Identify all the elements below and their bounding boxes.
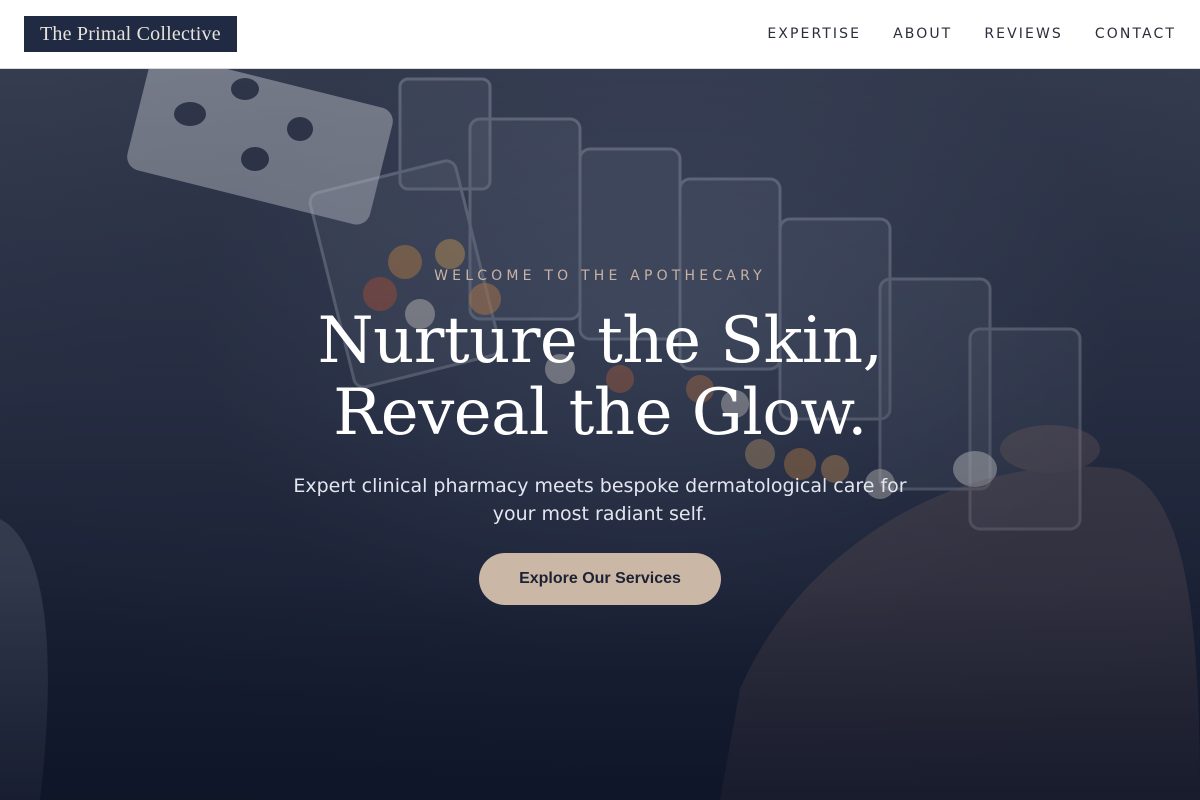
nav-link-reviews[interactable]: REVIEWS: [984, 26, 1063, 42]
explore-services-button[interactable]: Explore Our Services: [479, 553, 721, 605]
hero-headline-line2: Reveal the Glow.: [333, 376, 867, 450]
brand-logo[interactable]: The Primal Collective: [24, 16, 237, 52]
main-nav: EXPERTISE ABOUT REVIEWS CONTACT: [767, 26, 1176, 42]
hero-headline-line1: Nurture the Skin,: [317, 304, 883, 378]
hero-eyebrow: WELCOME TO THE APOTHECARY: [434, 268, 766, 284]
hero-section: WELCOME TO THE APOTHECARY Nurture the Sk…: [0, 69, 1200, 800]
hero-content: WELCOME TO THE APOTHECARY Nurture the Sk…: [0, 69, 1200, 800]
hero-headline: Nurture the Skin, Reveal the Glow.: [0, 305, 1200, 449]
nav-link-about[interactable]: ABOUT: [893, 26, 952, 42]
nav-link-contact[interactable]: CONTACT: [1095, 26, 1176, 42]
top-navigation-bar: The Primal Collective EXPERTISE ABOUT RE…: [0, 0, 1200, 69]
hero-subtitle: Expert clinical pharmacy meets bespoke d…: [293, 475, 907, 525]
nav-link-expertise[interactable]: EXPERTISE: [767, 26, 861, 42]
